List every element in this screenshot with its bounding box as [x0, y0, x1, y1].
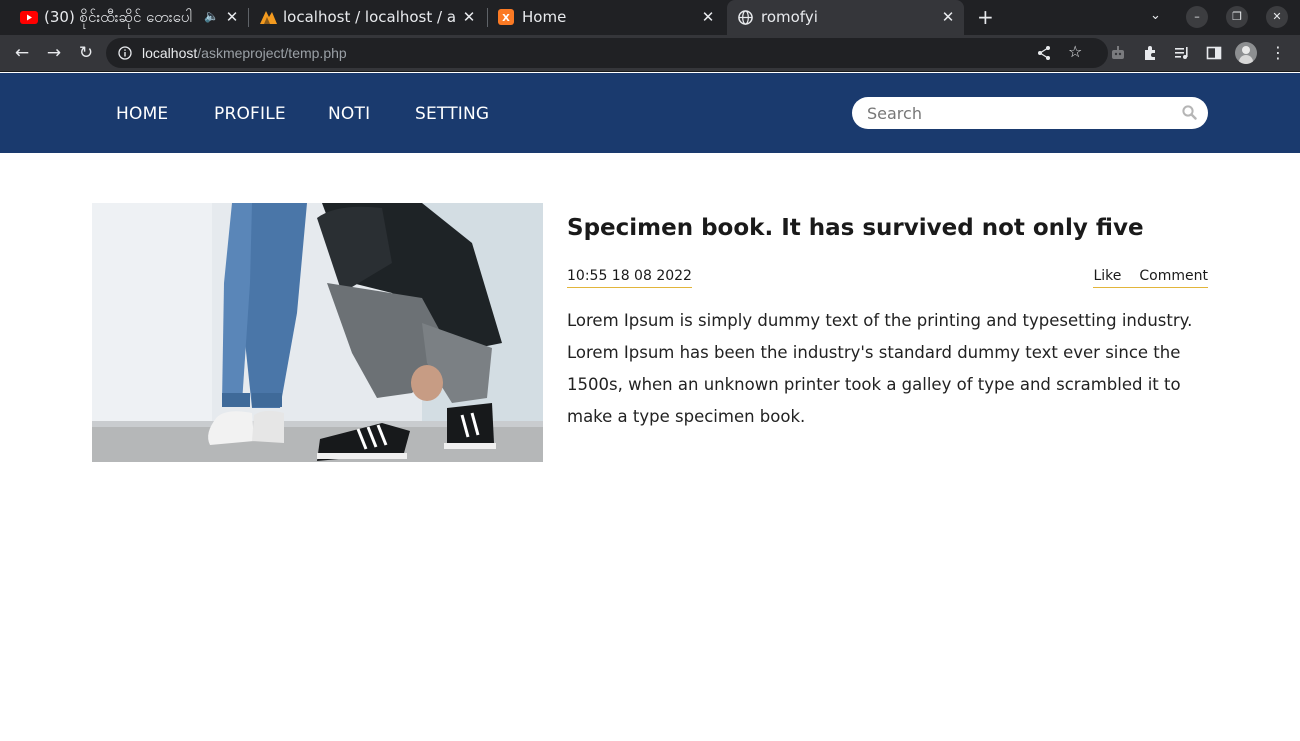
side-panel-icon[interactable]: [1206, 45, 1222, 61]
search-input[interactable]: [867, 97, 1167, 129]
tab-title: romofyi: [761, 8, 818, 26]
bookmark-star-icon[interactable]: ☆: [1068, 42, 1082, 61]
post-date: 10:55 18 08 2022: [567, 268, 692, 288]
close-tab-icon[interactable]: ✕: [940, 9, 956, 25]
kebab-menu-icon[interactable]: ⋮: [1268, 43, 1288, 63]
comment-button[interactable]: Comment: [1139, 268, 1208, 284]
back-icon[interactable]: ←: [12, 43, 32, 63]
browser-tab-youtube[interactable]: (30) စိုင်းထီးဆိုင် တေးပေါ 🔈 ✕: [0, 0, 248, 35]
nav-link-profile[interactable]: PROFILE: [214, 104, 286, 124]
close-window-icon[interactable]: ✕: [1266, 6, 1288, 28]
browser-toolbar: ← → ↻ localhost/askmeproject/temp.php ☆ …: [0, 35, 1300, 72]
share-icon[interactable]: [1036, 45, 1052, 61]
tab-title: Home: [522, 8, 567, 26]
reload-icon[interactable]: ↻: [76, 43, 96, 63]
nav-link-noti[interactable]: NOTI: [328, 104, 370, 124]
nav-link-home[interactable]: HOME: [116, 104, 168, 124]
restore-icon[interactable]: ❐: [1226, 6, 1248, 28]
browser-tab-home[interactable]: X Home ✕: [488, 0, 726, 35]
search-icon[interactable]: [1182, 105, 1197, 120]
svg-text:X: X: [502, 13, 510, 24]
extension-robot-icon[interactable]: [1110, 45, 1126, 61]
search-box: [852, 97, 1208, 129]
url-host: localhost: [142, 45, 198, 61]
browser-tab-strip: (30) စိုင်းထီးဆိုင် တေးပေါ 🔈 ✕ localhost…: [0, 0, 1300, 35]
forward-icon[interactable]: →: [44, 43, 64, 63]
profile-avatar[interactable]: [1235, 42, 1257, 64]
youtube-icon: [20, 11, 38, 24]
site-navbar: HOME PROFILE NOTI SETTING: [0, 73, 1300, 153]
browser-tab-phpmyadmin[interactable]: localhost / localhost / ask ✕: [249, 0, 487, 35]
post-title: Specimen book. It has survived not only …: [567, 215, 1144, 241]
tab-title: (30) စိုင်းထီးဆိုင် တေးပေါ: [44, 8, 192, 26]
post-body: Lorem Ipsum is simply dummy text of the …: [567, 311, 1193, 426]
media-control-icon[interactable]: [1174, 45, 1190, 61]
nav-link-setting[interactable]: SETTING: [415, 104, 489, 124]
extensions-puzzle-icon[interactable]: [1142, 45, 1158, 61]
post-image: [92, 203, 543, 462]
browser-tab-romofyi[interactable]: romofyi ✕: [727, 0, 964, 35]
globe-icon: [738, 10, 753, 25]
minimize-icon[interactable]: –: [1186, 6, 1208, 28]
address-bar[interactable]: localhost/askmeproject/temp.php ☆: [106, 38, 1108, 68]
close-tab-icon[interactable]: ✕: [224, 9, 240, 25]
close-tab-icon[interactable]: ✕: [700, 9, 716, 25]
speaker-icon[interactable]: 🔈: [204, 9, 219, 23]
tab-search-chevron-icon[interactable]: ⌄: [1150, 8, 1161, 23]
new-tab-icon[interactable]: +: [977, 5, 994, 29]
like-button[interactable]: Like: [1093, 268, 1121, 284]
xampp-icon: X: [498, 9, 514, 25]
tab-title: localhost / localhost / ask: [283, 8, 455, 26]
post-actions: Like Comment: [1093, 268, 1208, 288]
site-info-icon[interactable]: [118, 46, 132, 60]
url-text: localhost/askmeproject/temp.php: [142, 45, 347, 61]
phpmyadmin-icon: [260, 11, 277, 24]
close-tab-icon[interactable]: ✕: [461, 9, 477, 25]
url-path: /askmeproject/temp.php: [197, 45, 347, 61]
